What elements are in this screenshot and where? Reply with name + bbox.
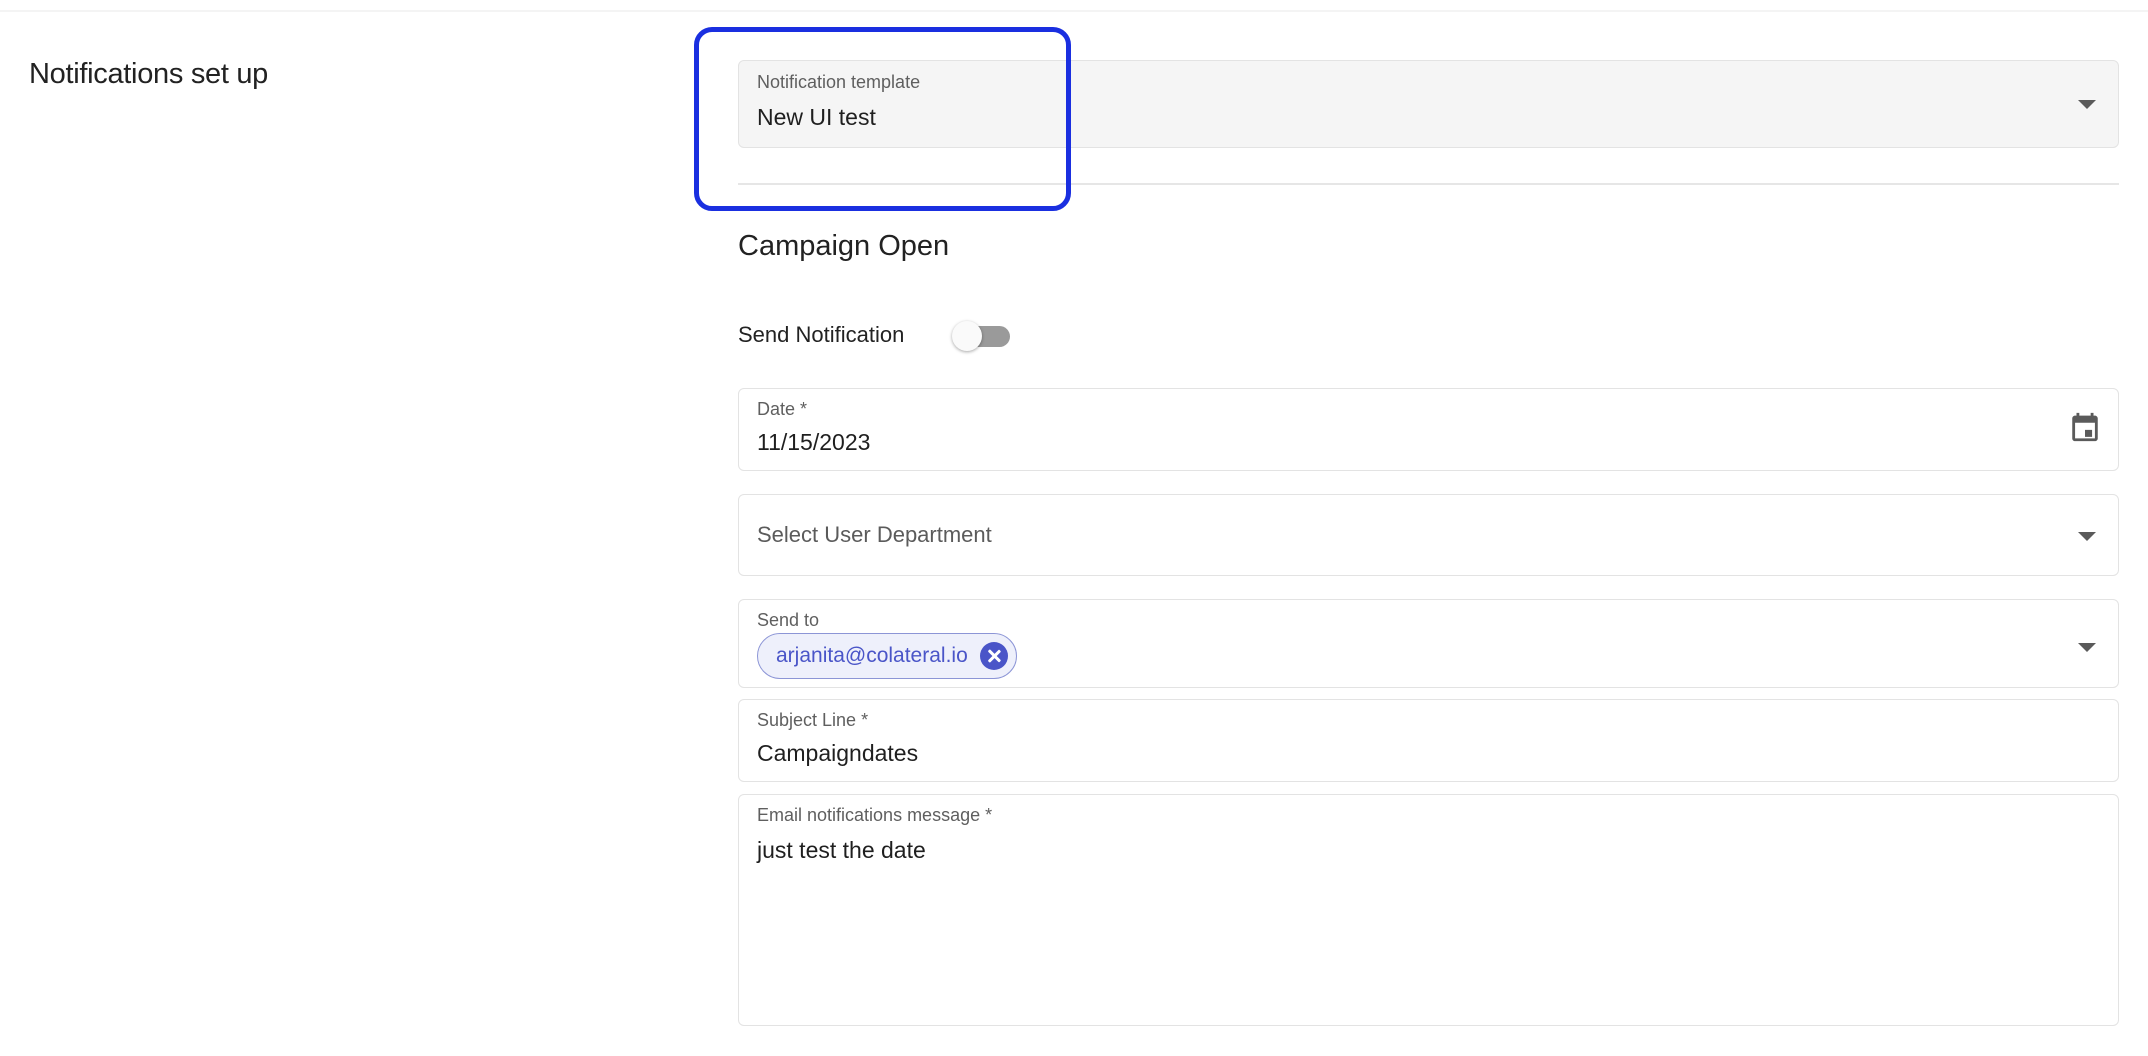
department-select[interactable]: Select User Department — [738, 494, 2119, 576]
date-value: 11/15/2023 — [757, 429, 871, 455]
chevron-down-icon[interactable] — [2078, 532, 2096, 541]
top-divider — [0, 10, 2148, 12]
date-label: Date * — [757, 399, 808, 419]
department-placeholder: Select User Department — [757, 522, 992, 547]
date-field[interactable]: Date * 11/15/2023 — [738, 388, 2119, 471]
chevron-down-icon[interactable] — [2078, 100, 2096, 109]
notification-template-label: Notification template — [757, 72, 921, 92]
toggle-thumb — [952, 321, 982, 351]
send-notification-label: Send Notification — [738, 322, 905, 347]
calendar-icon[interactable] — [2068, 409, 2102, 445]
recipient-chip[interactable]: arjanita@colateral.io — [757, 633, 1017, 679]
subject-line-value: Campaigndates — [757, 740, 919, 766]
remove-chip-icon[interactable] — [979, 642, 1008, 670]
email-message-field[interactable]: Email notifications message * just test … — [738, 794, 2119, 1026]
template-divider — [738, 183, 2119, 185]
notification-template-select[interactable]: Notification template New UI test — [738, 60, 2119, 148]
recipient-chip-label: arjanita@colateral.io — [776, 644, 968, 667]
chevron-down-icon[interactable] — [2078, 643, 2096, 652]
notifications-setup-page: Notifications set up Notification templa… — [0, 0, 2148, 1056]
subject-line-label: Subject Line * — [757, 710, 869, 730]
subject-line-field[interactable]: Subject Line * Campaigndates — [738, 699, 2119, 782]
email-message-value: just test the date — [757, 837, 926, 863]
campaign-heading: Campaign Open — [738, 230, 950, 262]
notification-template-value: New UI test — [757, 104, 876, 130]
send-to-field[interactable]: Send to arjanita@colateral.io — [738, 599, 2119, 688]
email-message-label: Email notifications message * — [757, 805, 993, 825]
send-notification-toggle[interactable] — [952, 320, 1010, 352]
send-to-label: Send to — [757, 610, 820, 630]
section-title: Notifications set up — [29, 58, 269, 90]
